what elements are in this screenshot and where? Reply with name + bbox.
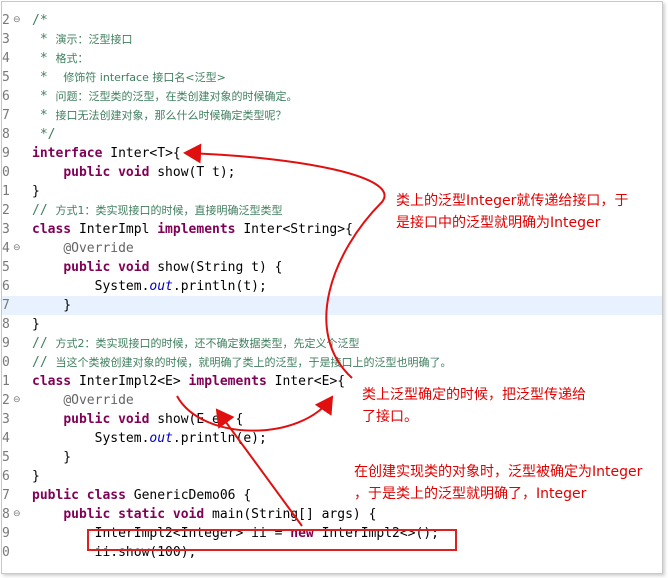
note-line: 是接口中的泛型就明确为Integer [396, 215, 601, 231]
note-line: 在创建实现类的对象时，泛型被确定为Integer [354, 464, 643, 480]
note-line: ，于是类上的泛型就明确了，Integer [354, 486, 587, 502]
arrow-class-to-interface [183, 143, 386, 379]
arrow-impl-to-inter [176, 395, 334, 432]
arrow-object-to-class [215, 408, 303, 527]
code-editor[interactable]: 2 ⊖/* 3 * 演示：泛型接口 4 * 格式： 5 * 修饰符 interface … [1, 1, 663, 574]
note-integer-passed: 类上的泛型Integer就传递给接口，于 是接口中的泛型就明确为Integer [396, 190, 628, 234]
note-object-created: 在创建实现类的对象时，泛型被确定为Integer ，于是类上的泛型就明确了，In… [354, 461, 642, 505]
note-line: 类上泛型确定的时候，把泛型传递给 [362, 387, 586, 403]
note-line: 了接口。 [362, 409, 418, 425]
note-line: 类上的泛型Integer就传递给接口，于 [396, 193, 629, 209]
note-generic-passed: 类上泛型确定的时候，把泛型传递给 了接口。 [362, 384, 586, 428]
